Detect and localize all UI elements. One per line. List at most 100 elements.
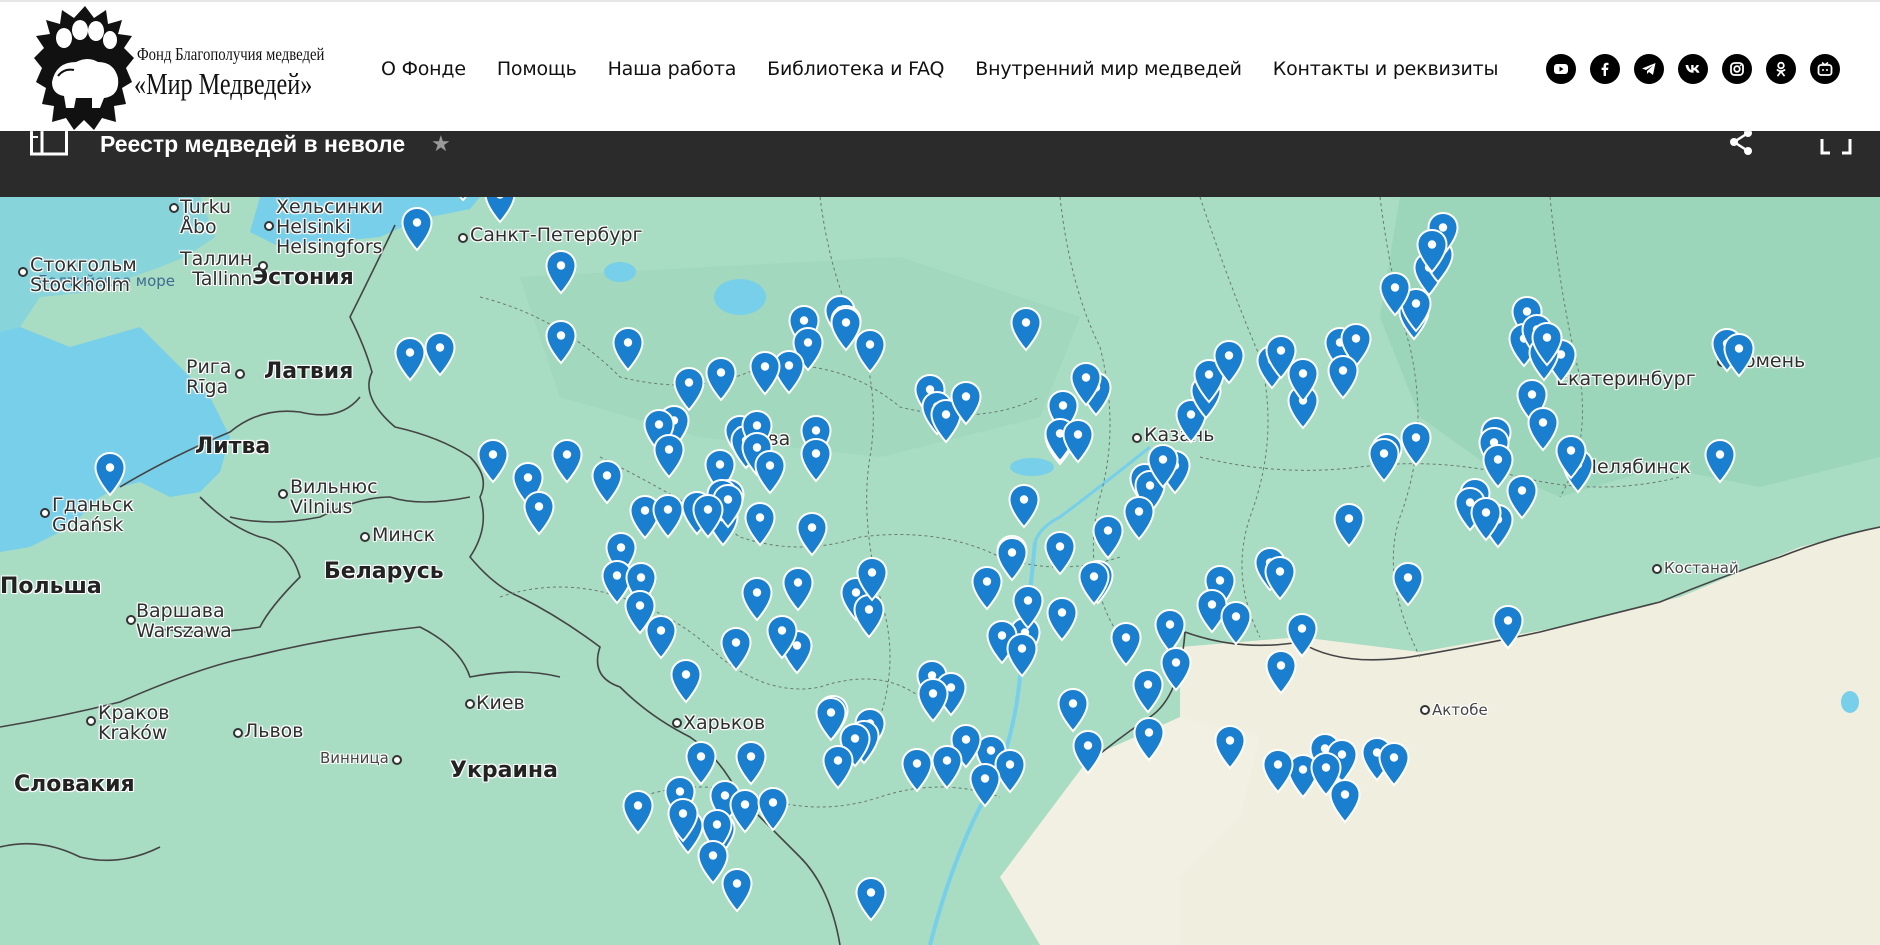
bear-location-pin[interactable] — [969, 763, 1001, 808]
bear-location-pin[interactable] — [1265, 650, 1297, 695]
bear-location-pin[interactable] — [1378, 742, 1410, 787]
bear-location-pin[interactable] — [401, 207, 433, 252]
bear-location-pin[interactable] — [1006, 633, 1038, 678]
bear-location-pin[interactable] — [721, 868, 753, 913]
bear-location-pin[interactable] — [551, 439, 583, 484]
bear-location-pin[interactable] — [796, 512, 828, 557]
bear-location-pin[interactable] — [1333, 503, 1365, 548]
nav-inner-world[interactable]: Внутренний мир медведей — [975, 58, 1242, 80]
bear-location-pin[interactable] — [720, 627, 752, 672]
bear-location-pin[interactable] — [1379, 272, 1411, 317]
telegram-icon[interactable] — [1634, 54, 1664, 84]
bear-location-pin[interactable] — [1287, 358, 1319, 403]
bear-location-pin[interactable] — [1072, 730, 1104, 775]
bear-location-pin[interactable] — [1723, 333, 1755, 378]
bear-location-pin[interactable] — [1531, 322, 1563, 367]
nav-our-work[interactable]: Наша работа — [608, 58, 737, 80]
nav-about[interactable]: О Фонде — [381, 58, 466, 80]
bear-location-pin[interactable] — [1070, 362, 1102, 407]
bear-location-pin[interactable] — [1062, 419, 1094, 464]
nav-contacts[interactable]: Контакты и реквизиты — [1273, 58, 1499, 80]
bear-location-pin[interactable] — [447, 197, 479, 202]
bear-location-pin[interactable] — [545, 250, 577, 295]
bear-location-pin[interactable] — [1262, 749, 1294, 794]
bear-location-pin[interactable] — [1132, 669, 1164, 714]
bear-location-pin[interactable] — [1010, 307, 1042, 352]
bear-location-pin[interactable] — [917, 678, 949, 723]
bear-location-pin[interactable] — [645, 615, 677, 660]
bear-location-pin[interactable] — [744, 502, 776, 547]
bear-location-pin[interactable] — [1046, 597, 1078, 642]
bear-location-pin[interactable] — [1057, 688, 1089, 733]
bear-location-pin[interactable] — [1160, 647, 1192, 692]
bear-location-pin[interactable] — [1133, 717, 1165, 762]
youtube-icon[interactable] — [1546, 54, 1576, 84]
bear-location-pin[interactable] — [766, 615, 798, 660]
bear-location-pin[interactable] — [477, 439, 509, 484]
bear-location-pin[interactable] — [1492, 605, 1524, 650]
instagram-icon[interactable] — [1722, 54, 1752, 84]
bear-location-pin[interactable] — [1470, 497, 1502, 542]
nav-library-faq[interactable]: Библиотека и FAQ — [767, 58, 944, 80]
bear-location-pin[interactable] — [1704, 439, 1736, 484]
bear-location-pin[interactable] — [757, 787, 789, 832]
bear-location-pin[interactable] — [971, 566, 1003, 611]
bear-location-pin[interactable] — [754, 450, 786, 495]
tv-icon[interactable] — [1810, 54, 1840, 84]
facebook-icon[interactable] — [1590, 54, 1620, 84]
bear-location-pin[interactable] — [653, 434, 685, 479]
fullscreen-icon[interactable] — [1820, 131, 1852, 161]
bear-location-pin[interactable] — [1092, 515, 1124, 560]
share-icon[interactable] — [1726, 131, 1756, 161]
bear-location-pin[interactable] — [523, 491, 555, 536]
bear-location-pin[interactable] — [901, 748, 933, 793]
bear-location-pin[interactable] — [822, 745, 854, 790]
sidebar-toggle-icon[interactable] — [30, 131, 68, 161]
bear-location-pin[interactable] — [1213, 340, 1245, 385]
bear-location-pin[interactable] — [782, 567, 814, 612]
bear-location-pin[interactable] — [1392, 562, 1424, 607]
bear-location-pin[interactable] — [1110, 622, 1142, 667]
bear-location-pin[interactable] — [484, 197, 516, 224]
bear-location-pin[interactable] — [856, 557, 888, 602]
bear-location-pin[interactable] — [1555, 435, 1587, 480]
bear-location-pin[interactable] — [950, 381, 982, 426]
bear-location-pin[interactable] — [692, 494, 724, 539]
bear-location-pin[interactable] — [424, 332, 456, 377]
bear-location-pin[interactable] — [1506, 475, 1538, 520]
bear-location-pin[interactable] — [394, 337, 426, 382]
bear-location-pin[interactable] — [854, 329, 886, 374]
bear-location-pin[interactable] — [652, 494, 684, 539]
bear-location-pin[interactable] — [1400, 422, 1432, 467]
bear-location-pin[interactable] — [94, 452, 126, 497]
map-canvas[interactable]: Балтийское море Эстония Латвия Литва Бел… — [0, 197, 1880, 945]
bear-location-pin[interactable] — [1008, 484, 1040, 529]
bear-location-pin[interactable] — [545, 320, 577, 365]
star-icon[interactable]: ★ — [431, 131, 451, 157]
bear-location-pin[interactable] — [622, 790, 654, 835]
bear-location-pin[interactable] — [1310, 752, 1342, 797]
bear-location-pin[interactable] — [612, 327, 644, 372]
bear-location-pin[interactable] — [1147, 444, 1179, 489]
bear-location-pin[interactable] — [667, 798, 699, 843]
site-logo[interactable]: Фонд Благополучия медведей «Мир Медведей… — [34, 4, 344, 130]
bear-location-pin[interactable] — [1264, 556, 1296, 601]
vk-icon[interactable] — [1678, 54, 1708, 84]
bear-location-pin[interactable] — [1416, 229, 1448, 274]
bear-location-pin[interactable] — [931, 745, 963, 790]
bear-location-pin[interactable] — [800, 438, 832, 483]
bear-location-pin[interactable] — [1327, 355, 1359, 400]
odnoklassniki-icon[interactable] — [1766, 54, 1796, 84]
bear-location-pin[interactable] — [591, 460, 623, 505]
bear-location-pin[interactable] — [1078, 561, 1110, 606]
bear-location-pin[interactable] — [1220, 601, 1252, 646]
bear-location-pin[interactable] — [1123, 496, 1155, 541]
bear-location-pin[interactable] — [749, 351, 781, 396]
bear-location-pin[interactable] — [1368, 438, 1400, 483]
bear-location-pin[interactable] — [855, 877, 887, 922]
nav-help[interactable]: Помощь — [497, 58, 577, 80]
bear-location-pin[interactable] — [1044, 531, 1076, 576]
bear-location-pin[interactable] — [1214, 725, 1246, 770]
bear-location-pin[interactable] — [670, 659, 702, 704]
bear-location-pin[interactable] — [705, 357, 737, 402]
